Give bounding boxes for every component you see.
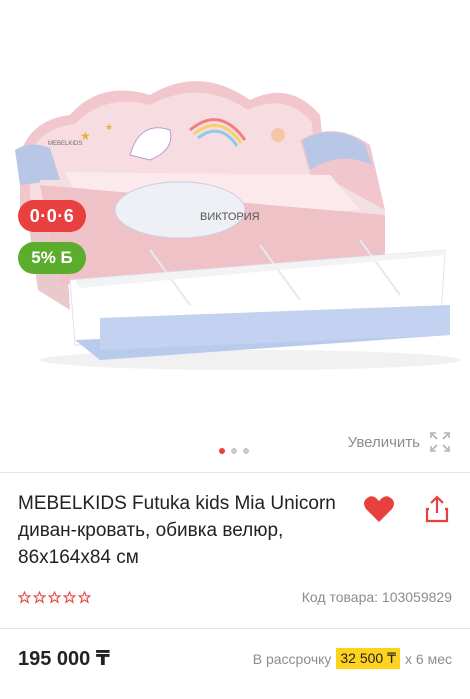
star-outline-icon: [48, 590, 61, 604]
zoom-button[interactable]: Увеличить: [348, 430, 452, 454]
share-button[interactable]: [420, 492, 454, 526]
heart-icon: [364, 496, 394, 522]
product-title-block: MEBELKIDS Futuka kids Mia Unicorn диван-…: [18, 490, 358, 571]
expand-icon: [430, 432, 450, 452]
bonus-badge: 5% Б: [18, 242, 86, 274]
star-outline-icon: [78, 590, 91, 604]
product-gallery[interactable]: ★ ★ ВИКТОРИЯ MEBELKIDS 0·0·6 5% Б Увелич…: [0, 0, 470, 470]
small-plate: MEBELKIDS: [48, 141, 82, 147]
name-plate: ВИКТОРИЯ: [200, 211, 260, 223]
product-sku: Код товара: 103059829: [301, 589, 452, 605]
gallery-dot-2[interactable]: [231, 448, 237, 454]
svg-text:★: ★: [105, 122, 113, 132]
star-outline-icon: [33, 590, 46, 604]
product-title: MEBELKIDS Futuka kids Mia Unicorn диван-…: [18, 493, 336, 568]
installment-info[interactable]: В рассрочку 32 500 ₸ х 6 мес: [253, 648, 452, 669]
star-outline-icon: [63, 590, 76, 604]
divider: [0, 628, 470, 629]
rating-stars[interactable]: [18, 590, 91, 604]
product-price: 195 000 ₸: [18, 648, 110, 670]
price-row: 195 000 ₸ В рассрочку 32 500 ₸ х 6 мес: [18, 646, 452, 671]
installment-prefix: В рассрочку: [252, 650, 332, 667]
installment-badge: 0·0·6: [18, 200, 86, 232]
divider: [0, 472, 470, 473]
installment-suffix: х 6 мес: [405, 650, 452, 667]
product-actions: [362, 492, 454, 526]
zoom-label: Увеличить: [347, 433, 420, 451]
gallery-pagination[interactable]: [219, 448, 249, 454]
rating-row: Код товара: 103059829: [18, 589, 452, 605]
favorite-button[interactable]: [362, 492, 396, 526]
gallery-dot-3[interactable]: [243, 448, 249, 454]
star-outline-icon: [18, 590, 31, 604]
installment-amount: 32 500 ₸: [336, 648, 401, 669]
share-icon: [425, 495, 449, 523]
gallery-dot-1[interactable]: [219, 448, 225, 454]
product-image[interactable]: ★ ★ ВИКТОРИЯ MEBELKIDS: [0, 60, 470, 410]
